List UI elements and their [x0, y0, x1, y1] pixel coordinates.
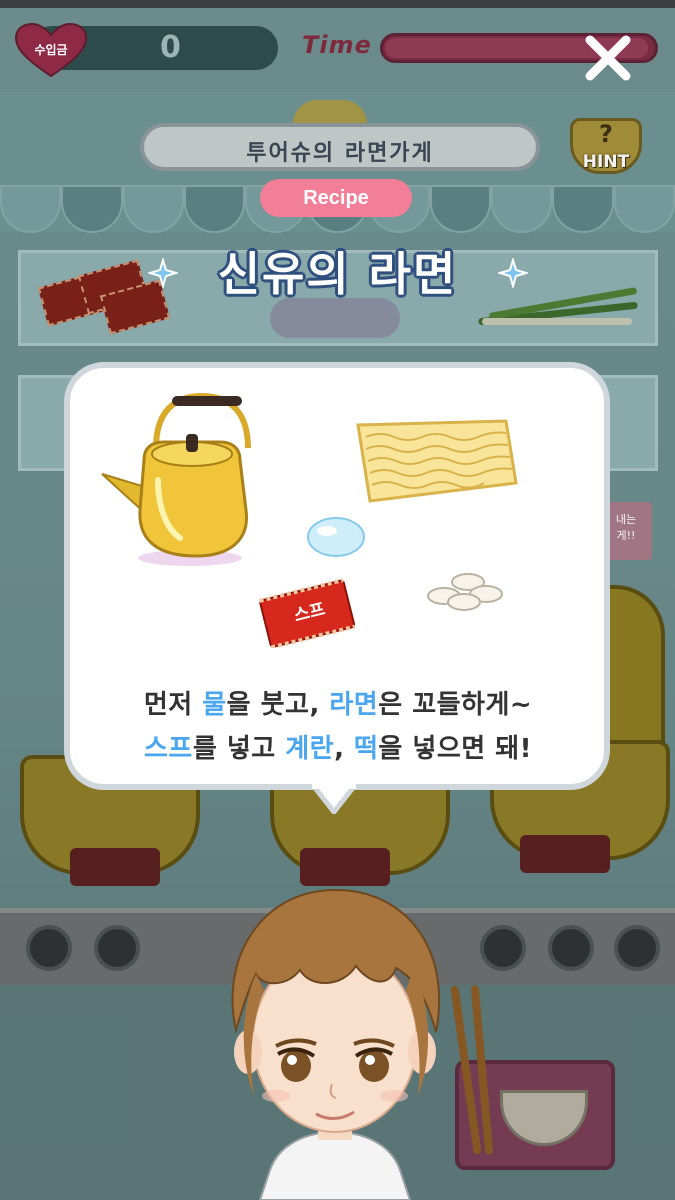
close-button[interactable] [580, 30, 636, 86]
sparkle-icon-right [496, 256, 530, 290]
soup-packet-icon: 스프 [252, 578, 360, 650]
recipe-title: 신유의 라면 [217, 247, 458, 301]
speech-bubble-tail [306, 781, 362, 817]
time-label: Time [302, 31, 372, 59]
highlight-egg: 계란 [285, 734, 335, 764]
close-icon [585, 35, 631, 81]
rice-cake-icon [424, 568, 506, 614]
highlight-water: 물 [202, 690, 227, 720]
recipe-badge: Recipe [260, 179, 412, 217]
money-label: 수입금 [34, 43, 68, 57]
top-status-strip [0, 0, 675, 8]
chef-character-illustration [231, 888, 441, 1200]
highlight-soup: 스프 [144, 734, 193, 764]
recipe-instruction-line-1: 먼저 물을 붓고, 라면은 꼬들하게~ [143, 690, 533, 720]
money-value: 0 [160, 30, 181, 65]
money-heart-badge: 수입금 [14, 22, 88, 78]
water-drop-icon [305, 515, 367, 559]
kettle-icon [98, 390, 268, 570]
recipe-instruction-line-2: 스프를 넣고 계란, 떡을 넣으면 돼! [144, 734, 532, 764]
highlight-rice-cake: 떡 [354, 734, 379, 764]
ramen-noodle-icon [350, 415, 520, 505]
chef-character [200, 870, 470, 1200]
highlight-ramen: 라면 [329, 690, 379, 720]
